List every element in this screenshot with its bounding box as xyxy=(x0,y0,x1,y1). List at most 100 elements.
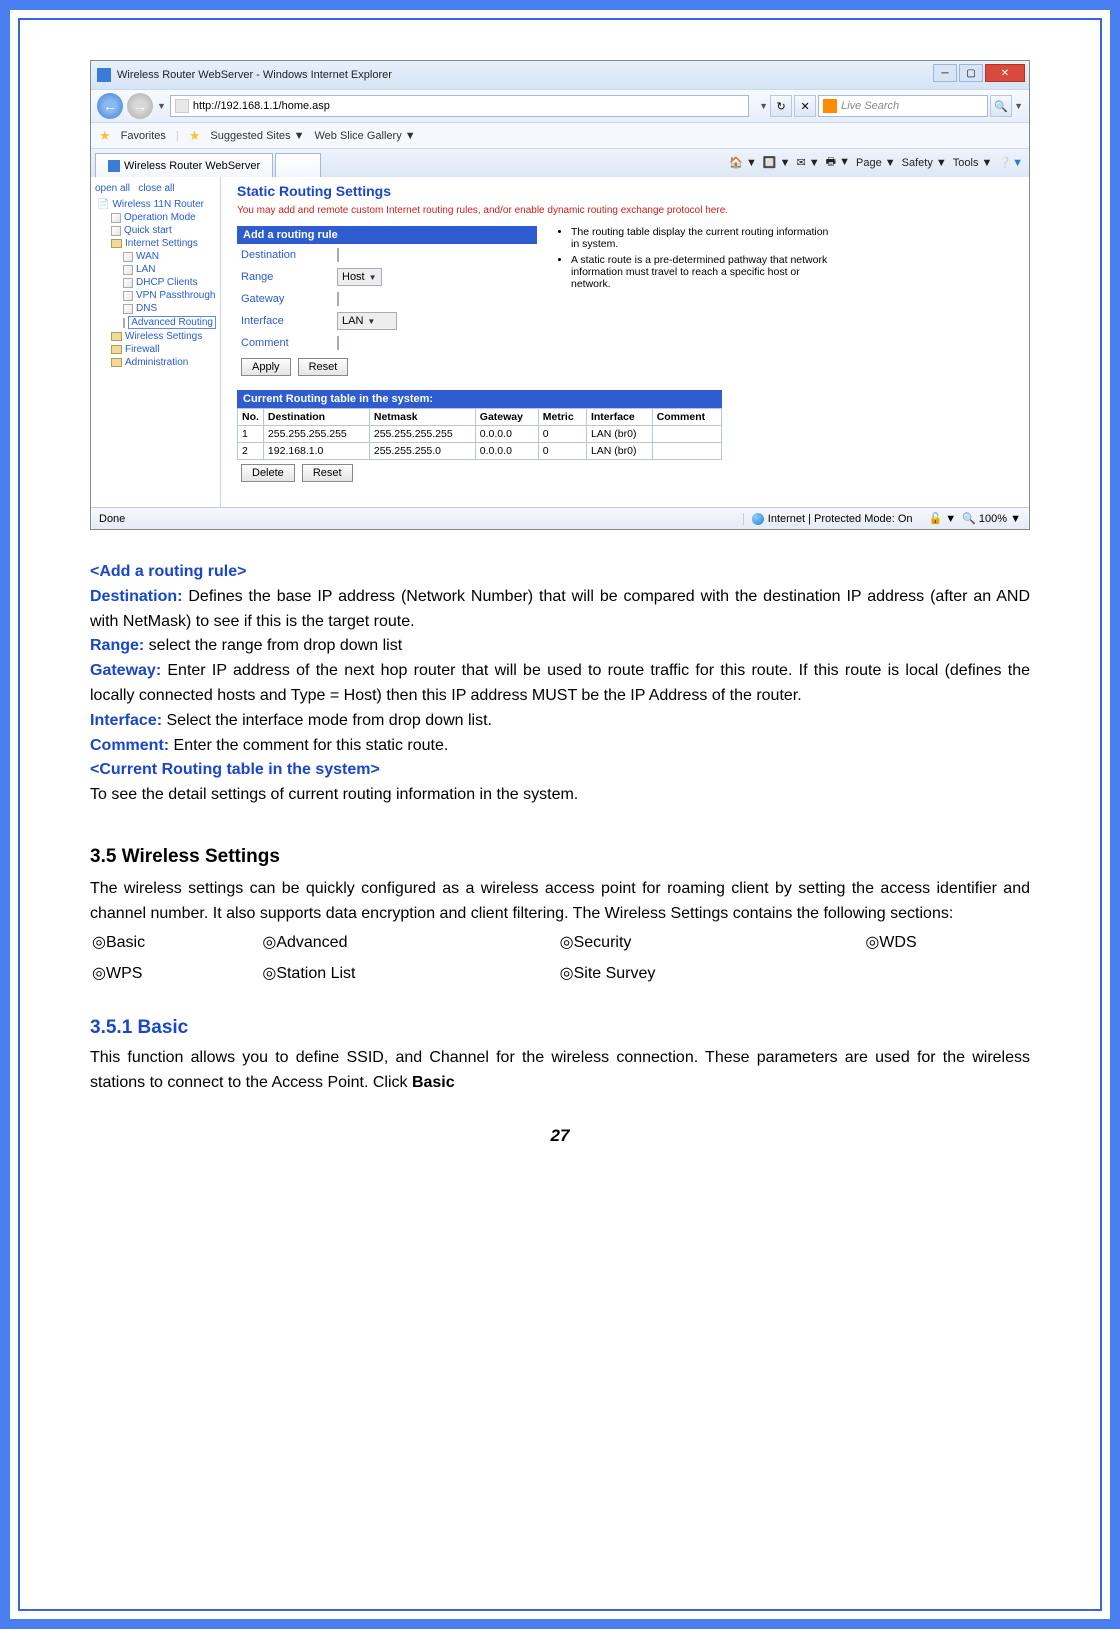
tree-advanced-routing[interactable]: Advanced Routing xyxy=(95,315,216,330)
status-bar: Done Internet | Protected Mode: On 🔓 ▼ 🔍… xyxy=(91,507,1029,529)
favorites-star-icon[interactable]: ★ xyxy=(99,128,111,144)
address-bar[interactable]: http://192.168.1.1/home.asp xyxy=(170,95,749,117)
open-all-link[interactable]: open all xyxy=(95,183,130,194)
print-icon[interactable]: 🖶 ▼ xyxy=(826,153,850,172)
heading-3-5: 3.5 Wireless Settings xyxy=(90,842,1030,871)
page-body: open all close all 📄 Wireless 11N Router… xyxy=(91,177,1029,507)
input-destination[interactable] xyxy=(337,248,339,262)
select-range[interactable]: Host xyxy=(337,268,382,286)
tree-firewall[interactable]: Firewall xyxy=(95,343,216,356)
lbl-comment-doc: Comment: xyxy=(90,737,169,754)
input-gateway[interactable] xyxy=(337,292,339,306)
routing-table-block: Current Routing table in the system: No.… xyxy=(237,390,1013,482)
feed-icon[interactable]: 🔲 ▼ xyxy=(763,156,791,169)
safety-menu[interactable]: Safety ▼ xyxy=(902,157,947,169)
search-button[interactable]: 🔍 xyxy=(990,95,1012,117)
lbl-range: Range xyxy=(237,271,337,283)
lbl-interface-doc: Interface: xyxy=(90,712,162,729)
close-all-link[interactable]: close all xyxy=(138,183,174,194)
th-cm: Comment xyxy=(652,409,721,426)
form-column: Add a routing rule Destination RangeHost… xyxy=(237,226,537,376)
back-button[interactable]: ← xyxy=(97,93,123,119)
tree-quick-start[interactable]: Quick start xyxy=(95,224,216,237)
tree-administration[interactable]: Administration xyxy=(95,356,216,369)
status-left: Done xyxy=(91,513,743,525)
content-title: Static Routing Settings xyxy=(237,183,1013,199)
tree-root[interactable]: 📄 Wireless 11N Router xyxy=(95,198,216,211)
table-reset-button[interactable]: Reset xyxy=(302,464,353,482)
window-title: Wireless Router WebServer - Windows Inte… xyxy=(117,69,1023,81)
apply-button[interactable]: Apply xyxy=(241,358,291,376)
sec-stationlist: Station List xyxy=(276,965,355,982)
tab-active[interactable]: Wireless Router WebServer xyxy=(95,153,273,177)
search-dropdown-icon[interactable]: ▼ xyxy=(1014,101,1023,111)
sec-sitesurvey: Site Survey xyxy=(574,965,656,982)
page-frame-outer: Wireless Router WebServer - Windows Inte… xyxy=(0,0,1120,1629)
th-no: No. xyxy=(238,409,264,426)
help-icon[interactable]: ❔▼ xyxy=(998,156,1023,169)
globe-icon xyxy=(752,513,764,525)
para-range: Range: select the range from drop down l… xyxy=(90,634,1030,659)
table-delete-button[interactable]: Delete xyxy=(241,464,295,482)
security-icon[interactable]: 🔓 ▼ xyxy=(929,512,957,525)
address-dropdown-icon[interactable]: ▼ xyxy=(759,101,768,111)
th-gw: Gateway xyxy=(475,409,538,426)
window-titlebar: Wireless Router WebServer - Windows Inte… xyxy=(91,61,1029,89)
minimize-button[interactable]: ─ xyxy=(933,64,957,82)
main-content: Static Routing Settings You may add and … xyxy=(221,177,1029,507)
close-button[interactable]: ✕ xyxy=(985,64,1025,82)
add-fav-icon[interactable]: ★ xyxy=(189,128,201,144)
tree-lan[interactable]: LAN xyxy=(95,263,216,276)
suggested-sites[interactable]: Suggested Sites ▼ xyxy=(210,130,304,142)
page-favicon xyxy=(175,99,189,113)
reset-button[interactable]: Reset xyxy=(298,358,349,376)
lbl-range-doc: Range: xyxy=(90,637,144,654)
sec-wds: WDS xyxy=(879,934,916,951)
history-dropdown-icon[interactable]: ▼ xyxy=(157,101,166,111)
para-current-table: To see the detail settings of current ro… xyxy=(90,783,1030,808)
zoom-label[interactable]: 🔍 100% ▼ xyxy=(962,512,1021,525)
status-mid-container: Internet | Protected Mode: On xyxy=(743,513,921,525)
doc-body: <Add a routing rule> Destination: Define… xyxy=(90,560,1030,1096)
tree-dhcp[interactable]: DHCP Clients xyxy=(95,276,216,289)
tree-dns[interactable]: DNS xyxy=(95,302,216,315)
tree-internet-settings[interactable]: Internet Settings xyxy=(95,237,216,250)
content-note: You may add and remote custom Internet r… xyxy=(237,205,1013,216)
refresh-button[interactable]: ↻ xyxy=(770,95,792,117)
th-mask: Netmask xyxy=(369,409,475,426)
tree-operation-mode[interactable]: Operation Mode xyxy=(95,211,216,224)
tab-label: Wireless Router WebServer xyxy=(124,160,260,172)
favorites-label: Favorites xyxy=(121,130,166,142)
para-gateway: Gateway: Enter IP address of the next ho… xyxy=(90,659,1030,709)
page-frame-inner: Wireless Router WebServer - Windows Inte… xyxy=(18,18,1102,1611)
para-interface: Interface: Select the interface mode fro… xyxy=(90,709,1030,734)
nav-tree: 📄 Wireless 11N Router Operation Mode Qui… xyxy=(95,198,216,369)
tools-menu[interactable]: Tools ▼ xyxy=(953,157,993,169)
search-box[interactable]: Live Search xyxy=(818,95,988,117)
browser-window: Wireless Router WebServer - Windows Inte… xyxy=(90,60,1030,530)
search-placeholder: Live Search xyxy=(841,100,899,112)
sec-basic: Basic xyxy=(106,934,145,951)
input-comment[interactable] xyxy=(337,336,339,350)
select-interface[interactable]: LAN xyxy=(337,312,397,330)
info-b2: A static route is a pre-determined pathw… xyxy=(571,254,837,290)
routing-table: No. Destination Netmask Gateway Metric I… xyxy=(237,408,722,460)
form-header: Add a routing rule xyxy=(237,226,537,244)
forward-button[interactable]: → xyxy=(127,93,153,119)
info-b1: The routing table display the current ro… xyxy=(571,226,837,250)
tree-wireless-settings[interactable]: Wireless Settings xyxy=(95,330,216,343)
new-tab-button[interactable] xyxy=(275,153,321,177)
table-header: Current Routing table in the system: xyxy=(237,390,722,408)
mail-icon[interactable]: ✉ ▼ xyxy=(797,156,820,169)
sec-advanced: Advanced xyxy=(276,934,347,951)
web-slice[interactable]: Web Slice Gallery ▼ xyxy=(314,130,415,142)
page-menu[interactable]: Page ▼ xyxy=(856,157,896,169)
maximize-button[interactable]: ▢ xyxy=(959,64,983,82)
tree-vpn[interactable]: VPN Passthrough xyxy=(95,289,216,302)
home-icon[interactable]: 🏠 ▼ xyxy=(729,156,757,169)
stop-button[interactable]: ✕ xyxy=(794,95,816,117)
para-3-5-1: This function allows you to define SSID,… xyxy=(90,1046,1030,1096)
para-3-5: The wireless settings can be quickly con… xyxy=(90,877,1030,927)
status-mode: Internet | Protected Mode: On xyxy=(768,513,913,525)
tree-wan[interactable]: WAN xyxy=(95,250,216,263)
